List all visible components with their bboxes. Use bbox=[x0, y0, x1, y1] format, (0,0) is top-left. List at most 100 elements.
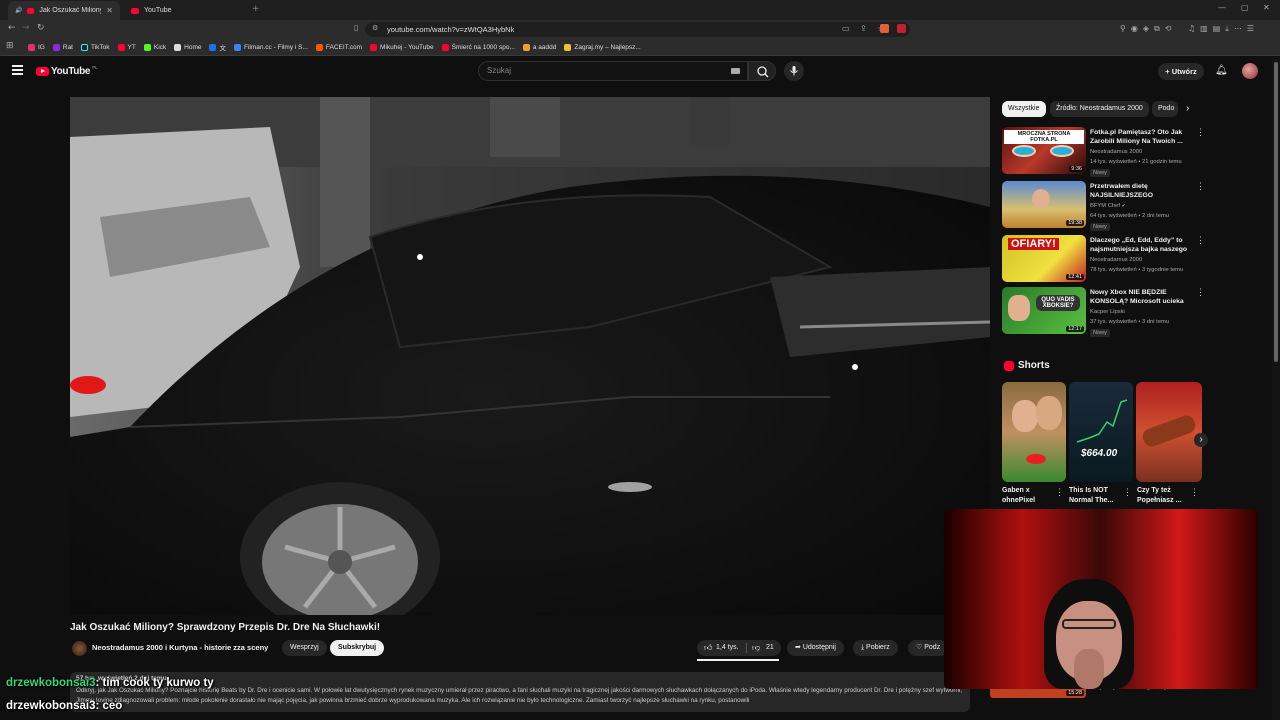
share-page-icon[interactable]: ⇪ bbox=[860, 24, 867, 33]
brave-shield-icon[interactable] bbox=[880, 24, 889, 33]
channel-name[interactable]: Neostradamus 2000 i Kurtyna - historie z… bbox=[92, 643, 268, 652]
short-thumbnail[interactable] bbox=[1136, 382, 1202, 482]
recommendation-title[interactable]: Fotka.pl Pamiętasz? Oto Jak Zarobili Mil… bbox=[1090, 128, 1190, 146]
search-button[interactable] bbox=[748, 61, 776, 81]
recommendation-meta: 37 tys. wyświetleń • 3 dni temu bbox=[1090, 319, 1170, 325]
extensions-icons[interactable]: ⚲◉◈⧉⟲ bbox=[1120, 24, 1176, 34]
price-text: $664.00 bbox=[1081, 448, 1118, 459]
support-button[interactable]: Wesprzyj bbox=[282, 640, 327, 656]
browser-tab[interactable]: YouTube bbox=[124, 1, 244, 20]
bookmark-icon[interactable]: ▯ bbox=[354, 23, 358, 32]
bookmark-mikuhej[interactable]: Mikuhej - YouTube bbox=[370, 43, 434, 51]
forward-icon[interactable]: → bbox=[22, 23, 30, 33]
share-button[interactable]: ➦ Udostępnij bbox=[787, 640, 844, 656]
bookmark-smierc[interactable]: Śmierć na 1000 spo... bbox=[441, 43, 515, 51]
create-button[interactable]: + Utwórz bbox=[1158, 63, 1204, 80]
bookmark-tiktok[interactable]: TikTok bbox=[81, 43, 110, 51]
short-thumbnail[interactable] bbox=[1002, 382, 1066, 482]
thumbs-down-icon[interactable]: 👎︎ bbox=[752, 640, 760, 656]
more-options-icon[interactable]: ⋮ bbox=[1196, 236, 1205, 245]
chip-source[interactable]: Źródło: Neostradamus 2000 bbox=[1050, 101, 1149, 117]
eye-graphic bbox=[1012, 145, 1036, 157]
bookmark-ig[interactable]: IG bbox=[28, 43, 45, 51]
video-player[interactable] bbox=[70, 97, 990, 615]
toolbar-icons[interactable]: ♫▥▤⤓⋯☰ bbox=[1188, 24, 1259, 34]
recommendation-channel[interactable]: Kacper Lipski bbox=[1090, 309, 1125, 315]
youtube-icon bbox=[370, 43, 378, 51]
more-options-icon[interactable]: ⋮ bbox=[1190, 488, 1199, 497]
youtube-favicon-icon bbox=[131, 7, 139, 14]
recommendation-title[interactable]: Nowy Xbox NIE BĘDZIE KONSOLĄ? Microsoft … bbox=[1090, 288, 1190, 307]
close-tab-icon[interactable]: ✕ bbox=[106, 6, 113, 15]
bookmark-faceit[interactable]: FACEIT.com bbox=[315, 43, 362, 51]
recommendation-thumbnail[interactable]: QUO VADIS XBOKSIE? 12:17 bbox=[1002, 287, 1086, 334]
thumbnail-caption: QUO VADIS XBOKSIE? bbox=[1036, 295, 1080, 311]
bookmark-kick[interactable]: Kick bbox=[143, 43, 166, 51]
back-icon[interactable]: ← bbox=[8, 23, 16, 33]
maximize-icon[interactable]: ▢ bbox=[1241, 3, 1249, 12]
download-button[interactable]: ⤓ Pobierz bbox=[853, 640, 898, 656]
chip-all[interactable]: Wszystkie bbox=[1002, 101, 1046, 117]
translate-icon bbox=[209, 43, 217, 51]
short-title[interactable]: This Is NOT Normal The... bbox=[1069, 486, 1121, 506]
more-options-icon[interactable]: ⋮ bbox=[1196, 128, 1205, 137]
menu-icon[interactable] bbox=[12, 65, 23, 75]
short-title[interactable]: Gaben x ohnePixel bbox=[1002, 486, 1054, 506]
divider bbox=[746, 643, 747, 653]
bookmark-rat[interactable]: Rat bbox=[52, 43, 73, 51]
chat-message: drzewkobonsai3: tim cook ty kurwo ty bbox=[6, 677, 214, 689]
bookmark-filman[interactable]: Filman.cc - Filmy i S... bbox=[233, 43, 308, 51]
close-window-icon[interactable]: ✕ bbox=[1263, 3, 1270, 12]
short-thumbnail[interactable]: $664.00 bbox=[1069, 382, 1133, 482]
duration-badge: 12:17 bbox=[1066, 326, 1084, 332]
tiktok-icon bbox=[81, 43, 88, 51]
more-options-icon[interactable]: ⋮ bbox=[1123, 488, 1132, 497]
more-actions-button[interactable]: ♡ Podz bbox=[908, 640, 948, 656]
recommendation-title[interactable]: Dlaczego „Ed, Edd, Eddy” to najsmutniejs… bbox=[1090, 236, 1190, 255]
more-options-icon[interactable]: ⋮ bbox=[1196, 288, 1205, 297]
chevron-right-icon[interactable]: › bbox=[1186, 103, 1189, 114]
duration-badge: 9:36 bbox=[1069, 166, 1084, 172]
minimize-icon[interactable]: — bbox=[1218, 3, 1226, 12]
bookmark-home[interactable]: Home bbox=[174, 43, 201, 51]
browser-tab-active[interactable]: 🔊 Jak Oszukać Miliony? Sprawdź ✕ bbox=[8, 1, 120, 20]
recommendation-thumbnail[interactable]: OFIARY! 12:41 bbox=[1002, 235, 1086, 282]
scrollbar-thumb[interactable] bbox=[1274, 62, 1278, 362]
like-count[interactable]: 1,4 tys. bbox=[716, 640, 739, 656]
recommendation-thumbnail[interactable]: 19:38 bbox=[1002, 181, 1086, 228]
recommendation-title[interactable]: Przetrwałem dietę NAJSILNIEJSZEGO CZŁOWI… bbox=[1090, 182, 1190, 201]
bookmark-translate[interactable]: 文 bbox=[209, 42, 226, 52]
more-options-icon[interactable]: ⋮ bbox=[1055, 488, 1064, 497]
search-input[interactable]: Szukaj bbox=[478, 61, 748, 81]
thumbs-up-icon[interactable]: 👍︎ bbox=[704, 640, 712, 656]
cast-icon[interactable]: ▭ bbox=[842, 24, 850, 33]
channel-avatar[interactable] bbox=[72, 641, 87, 656]
avatar[interactable] bbox=[1242, 63, 1258, 79]
recommendation-channel[interactable]: Neostradamus 2000 bbox=[1090, 149, 1142, 155]
recommendation-channel[interactable]: Neostradamus 2000 bbox=[1090, 257, 1142, 263]
voice-search-button[interactable] bbox=[784, 61, 804, 81]
reload-icon[interactable]: ↻ bbox=[37, 23, 45, 33]
subscribe-button[interactable]: Subskrybuj bbox=[330, 640, 385, 656]
bookmark-aaddd[interactable]: a aaddd bbox=[522, 43, 556, 51]
site-info-icon[interactable]: ⚙ bbox=[372, 24, 378, 32]
dislike-count[interactable]: 21 bbox=[766, 640, 774, 656]
recommendation-channel[interactable]: BFYM Chef ✔ bbox=[1090, 203, 1126, 209]
recommendation-thumbnail[interactable]: MROCZNA STRONA FOTKA.PL 9:36 bbox=[1002, 127, 1086, 174]
bookmark-yt[interactable]: YT bbox=[117, 43, 136, 51]
notifications-bell-icon[interactable]: 🔔︎ bbox=[1215, 65, 1228, 76]
like-dislike-group: 👍︎ 1,4 tys. 👎︎ 21 bbox=[697, 640, 781, 656]
shorts-next-icon[interactable]: › bbox=[1194, 433, 1208, 447]
youtube-logo[interactable]: YouTube PL bbox=[36, 65, 98, 77]
short-title[interactable]: Czy Ty też Popełniasz ... bbox=[1137, 486, 1189, 506]
apps-grid-icon[interactable]: ⊞ bbox=[6, 41, 14, 51]
more-options-icon[interactable]: ⋮ bbox=[1196, 182, 1205, 191]
url-input[interactable]: youtube.com/watch?v=zWtQA3HybNk bbox=[365, 22, 910, 37]
extension-badge-icon[interactable] bbox=[897, 24, 906, 33]
new-badge: Nowy bbox=[1090, 223, 1110, 231]
bookmark-zagraj[interactable]: Zagraj.my – Najlepsz... bbox=[564, 43, 641, 51]
chip-more[interactable]: Podo bbox=[1152, 101, 1178, 117]
keyboard-icon[interactable] bbox=[731, 68, 740, 74]
new-tab-icon[interactable]: + bbox=[252, 4, 260, 14]
youtube-icon bbox=[441, 43, 449, 51]
